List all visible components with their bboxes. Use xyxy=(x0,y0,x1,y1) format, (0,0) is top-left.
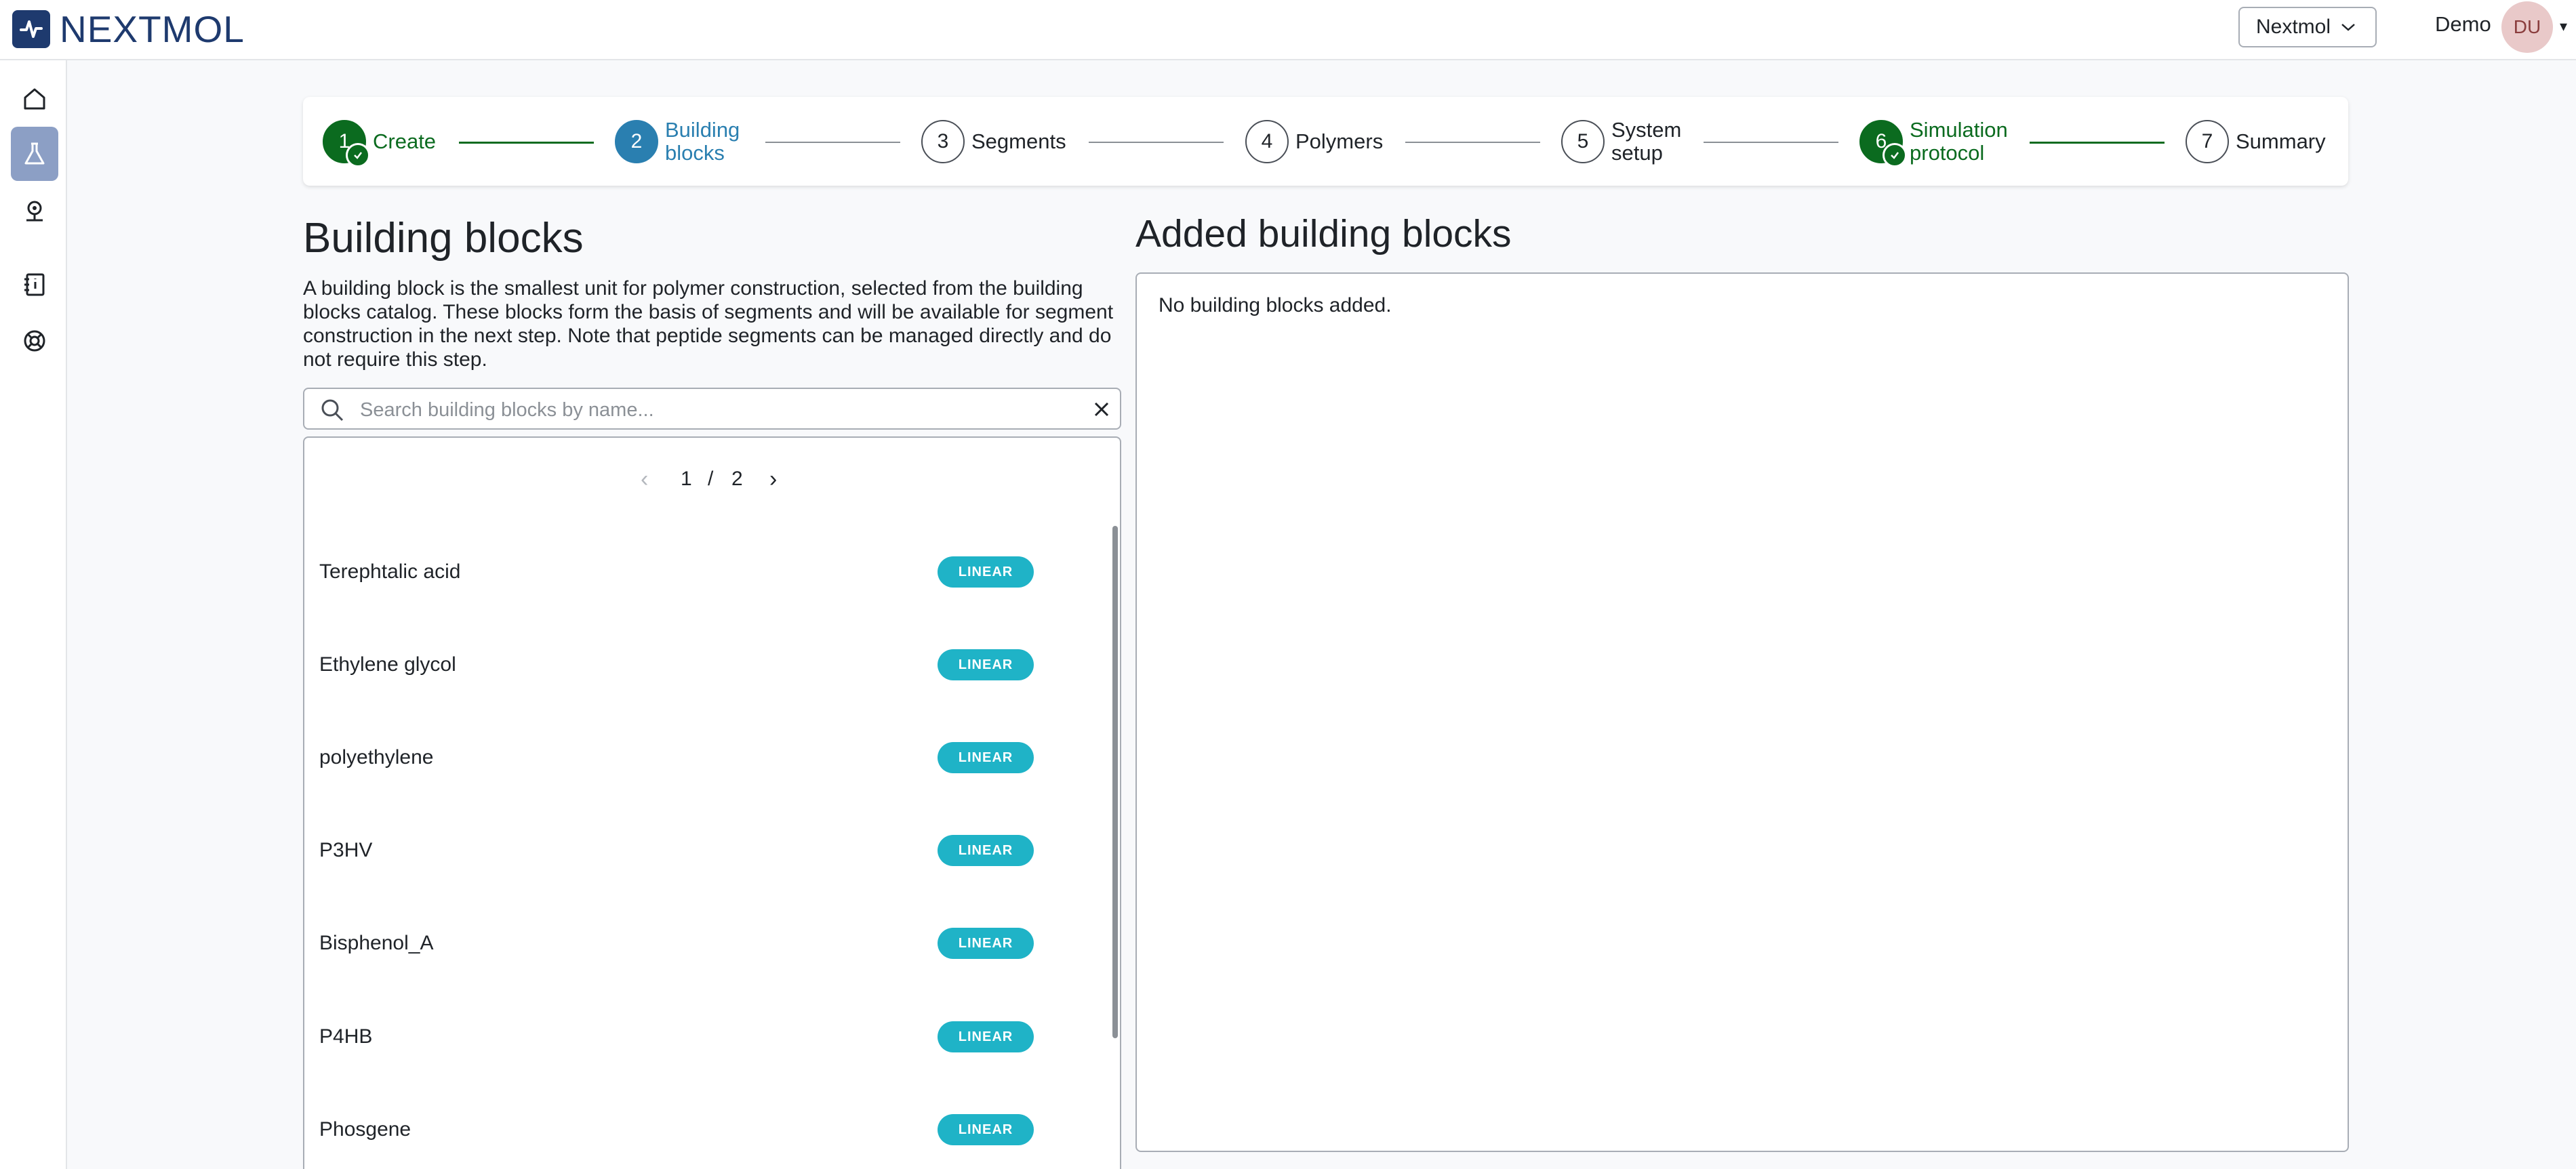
search-box xyxy=(303,388,1121,430)
type-badge: LINEAR xyxy=(938,649,1034,680)
user-name[interactable]: Demo xyxy=(2435,12,2491,37)
sidebar-item-support[interactable] xyxy=(11,314,58,368)
type-badge: LINEAR xyxy=(938,1021,1034,1052)
step-label: Summary xyxy=(2236,129,2326,153)
page-title: Building blocks xyxy=(303,215,584,262)
step-summary[interactable]: 7 Summary xyxy=(2186,119,2326,164)
logo-mark-icon xyxy=(12,10,50,48)
step-connector xyxy=(2030,142,2165,144)
step-polymers[interactable]: 4 Polymers xyxy=(1245,119,1383,164)
building-block-name: Terephtalic acid xyxy=(319,560,461,583)
wizard-stepper: 1 Create 2 Building blocks 3 Segments 4 P… xyxy=(303,97,2348,186)
empty-state-message: No building blocks added. xyxy=(1159,294,1392,316)
section-description: A building block is the smallest unit fo… xyxy=(303,277,1114,371)
step-label: Create xyxy=(373,129,437,153)
building-block-name: Bisphenol_A xyxy=(319,932,434,954)
step-label: Simulation protocol xyxy=(1910,118,2008,165)
sidebar xyxy=(0,60,67,1169)
step-number: 4 xyxy=(1245,120,1289,163)
step-number: 2 xyxy=(615,120,658,163)
step-label: System setup xyxy=(1611,118,1682,165)
list-item[interactable]: Ethylene glycol LINEAR xyxy=(304,623,1104,705)
search-icon xyxy=(321,399,344,422)
added-building-blocks-panel: No building blocks added. xyxy=(1135,272,2349,1152)
sidebar-item-docs[interactable] xyxy=(11,258,58,312)
step-connector xyxy=(1405,142,1540,143)
list-item[interactable]: P3HV LINEAR xyxy=(304,809,1104,890)
page-separator: / xyxy=(708,468,714,490)
building-block-name: Phosgene xyxy=(319,1118,411,1141)
step-create[interactable]: 1 Create xyxy=(323,119,437,167)
top-bar: NEXTMOL Nextmol Demo DU ▾ xyxy=(0,0,2576,60)
user-menu-caret-icon[interactable]: ▾ xyxy=(2560,18,2567,35)
search-input[interactable] xyxy=(359,396,1066,424)
organization-select-value: Nextmol xyxy=(2256,16,2331,38)
sidebar-item-analysis[interactable] xyxy=(11,184,58,238)
step-number: 6 xyxy=(1859,120,1907,167)
building-block-name: Ethylene glycol xyxy=(319,653,456,676)
step-segments[interactable]: 3 Segments xyxy=(921,119,1066,164)
current-page: 1 xyxy=(681,468,692,490)
list-item[interactable]: polyethylene LINEAR xyxy=(304,716,1104,798)
step-connector xyxy=(1704,142,1838,143)
next-page-icon[interactable]: › xyxy=(769,466,777,493)
building-block-name: P4HB xyxy=(319,1025,373,1048)
list-item[interactable]: Bisphenol_A LINEAR xyxy=(304,902,1104,983)
step-connector xyxy=(1089,142,1224,143)
step-label: Segments xyxy=(971,129,1066,153)
step-label: Polymers xyxy=(1295,129,1384,153)
brand-name: NEXTMOL xyxy=(60,8,245,50)
pagination: ‹ 1 / 2 › xyxy=(304,465,1120,493)
building-block-name: polyethylene xyxy=(319,746,434,768)
avatar[interactable]: DU xyxy=(2501,1,2553,53)
chevron-down-icon xyxy=(2341,24,2355,31)
microscope-icon xyxy=(26,201,43,222)
previous-page-icon[interactable]: ‹ xyxy=(641,466,648,493)
step-connector xyxy=(459,142,594,144)
flask-icon xyxy=(24,142,45,165)
check-icon xyxy=(346,143,370,167)
total-pages: 2 xyxy=(731,468,743,490)
type-badge: LINEAR xyxy=(938,1114,1034,1145)
type-badge: LINEAR xyxy=(938,835,1034,866)
sidebar-item-simulations[interactable] xyxy=(11,127,58,181)
type-badge: LINEAR xyxy=(938,928,1034,959)
list-item[interactable]: Terephtalic acid LINEAR xyxy=(304,531,1104,612)
lifebuoy-icon xyxy=(24,330,45,352)
step-number: 5 xyxy=(1561,120,1605,163)
sidebar-item-home[interactable] xyxy=(11,72,58,126)
home-icon xyxy=(24,88,45,110)
step-system-setup[interactable]: 5 System setup xyxy=(1561,118,1682,165)
step-label: Building blocks xyxy=(665,118,740,165)
list-item[interactable]: P4HB LINEAR xyxy=(304,996,1104,1077)
step-number: 7 xyxy=(2186,120,2229,163)
step-simulation-protocol[interactable]: 6 Simulation protocol xyxy=(1859,118,2008,167)
notebook-icon xyxy=(24,273,45,296)
building-block-name: P3HV xyxy=(319,839,373,861)
app-logo[interactable]: NEXTMOL xyxy=(12,8,245,50)
list-scrollbar[interactable] xyxy=(1112,526,1118,1038)
added-section-title: Added building blocks xyxy=(1135,212,1512,255)
check-icon xyxy=(1883,143,1907,167)
list-item[interactable]: Phosgene LINEAR xyxy=(304,1088,1104,1169)
type-badge: LINEAR xyxy=(938,556,1034,588)
step-number: 1 xyxy=(323,120,370,167)
organization-select[interactable]: Nextmol xyxy=(2238,7,2377,47)
step-building-blocks[interactable]: 2 Building blocks xyxy=(615,118,740,165)
close-icon[interactable] xyxy=(1092,400,1111,419)
step-number: 3 xyxy=(921,120,965,163)
type-badge: LINEAR xyxy=(938,742,1034,773)
building-blocks-list: ‹ 1 / 2 › Terephtalic acid LINEAR Ethyle… xyxy=(303,436,1121,1169)
step-connector xyxy=(765,142,900,143)
